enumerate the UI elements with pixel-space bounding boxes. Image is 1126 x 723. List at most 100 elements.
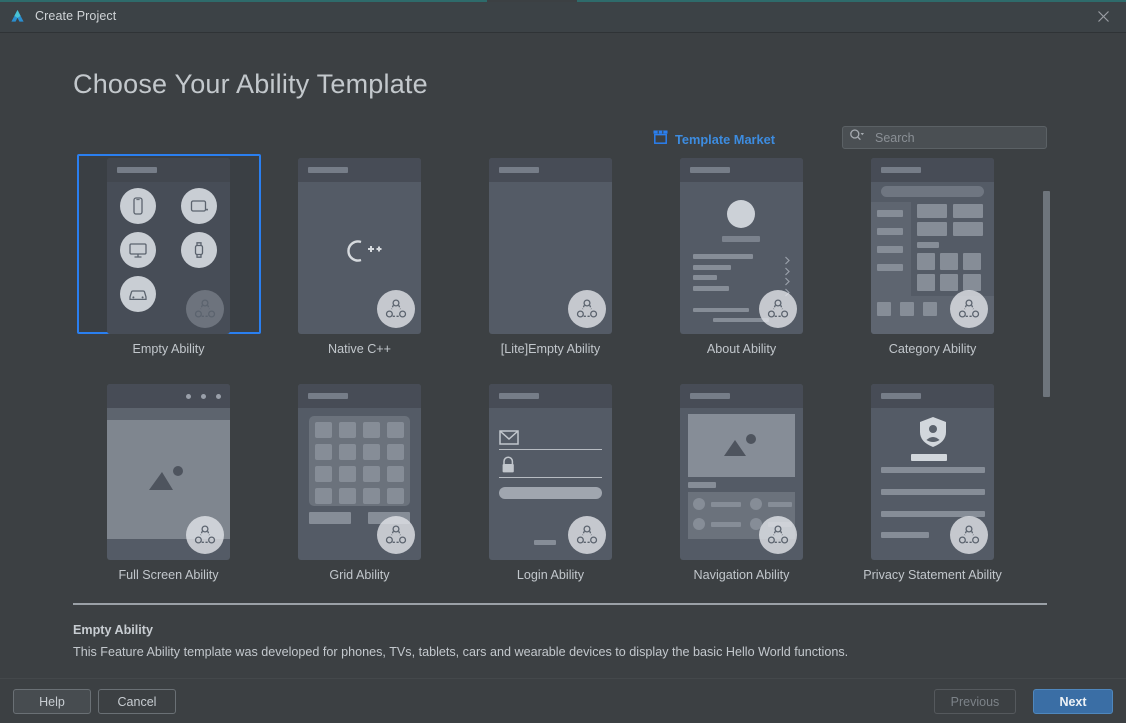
tile-placeholder <box>963 274 981 291</box>
grid-tile <box>339 444 356 460</box>
mock-header <box>489 158 612 182</box>
grid-tile <box>387 466 404 482</box>
grid-tile <box>363 422 380 438</box>
template-card-navigation-ability[interactable]: Navigation Ability <box>646 380 837 588</box>
car-icon <box>119 276 156 312</box>
template-grid-scrollbar-thumb[interactable] <box>1043 191 1050 397</box>
template-card-native-c[interactable]: Native C++ <box>264 154 455 380</box>
sidebar-item-placeholder <box>877 246 903 253</box>
mock-header <box>871 384 994 408</box>
email-underline <box>499 449 602 450</box>
template-grid: Empty Ability Native C++ [Lite]Empty Abi… <box>73 154 1043 588</box>
grid-tile <box>387 488 404 504</box>
template-preview-mock <box>680 158 803 334</box>
lock-icon <box>500 456 517 479</box>
cancel-button[interactable]: Cancel <box>98 689 176 714</box>
tablet-icon <box>181 188 218 224</box>
help-button[interactable]: Help <box>13 689 91 714</box>
tile-placeholder <box>917 274 935 291</box>
template-card-about-ability[interactable]: About Ability <box>646 154 837 380</box>
template-preview-mock <box>489 384 612 560</box>
list-row-placeholder <box>693 264 731 270</box>
grid-tile <box>339 466 356 482</box>
harmony-logo-icon <box>9 8 26 25</box>
template-card-login-ability[interactable]: Login Ability <box>455 380 646 588</box>
template-card-label: About Ability <box>706 342 777 356</box>
template-card-category-ability[interactable]: Category Ability <box>837 154 1028 380</box>
template-market-link[interactable]: Template Market <box>653 130 775 149</box>
template-preview-frame <box>650 380 834 560</box>
search-dropdown-icon[interactable] <box>849 128 866 147</box>
template-preview-mock <box>107 384 230 560</box>
mock-subheader <box>107 408 230 420</box>
grid-tile <box>339 422 356 438</box>
footer-line <box>713 318 769 322</box>
link-placeholder <box>534 540 556 545</box>
mock-header <box>489 384 612 408</box>
search-input[interactable] <box>868 130 1046 145</box>
dialog-body: Choose Your Ability Template Template Ma… <box>0 33 1126 678</box>
email-icon <box>499 430 519 450</box>
feature-ability-badge-icon <box>186 516 224 554</box>
name-placeholder <box>722 236 760 242</box>
feature-ability-badge-icon <box>377 290 415 328</box>
template-card-privacy-statement-ability[interactable]: Privacy Statement Ability <box>837 380 1028 588</box>
template-card-full-screen-ability[interactable]: Full Screen Ability <box>73 380 264 588</box>
search-box[interactable] <box>842 126 1047 149</box>
feature-ability-badge-icon <box>950 516 988 554</box>
cpp-logo-icon <box>298 236 421 271</box>
feature-ability-badge-icon <box>759 516 797 554</box>
privacy-shield-icon <box>918 416 948 453</box>
grid-tile <box>315 444 332 460</box>
card-placeholder <box>917 222 947 236</box>
section-title-placeholder <box>917 242 939 248</box>
window-titlebar: Create Project <box>0 0 1126 33</box>
titlebar-placeholder <box>690 167 730 173</box>
feature-ability-badge-icon <box>186 290 224 328</box>
previous-button: Previous <box>934 689 1016 714</box>
card-placeholder <box>953 204 983 218</box>
tile-placeholder <box>940 274 958 291</box>
tab-icon-placeholder <box>877 302 891 316</box>
mock-header <box>680 384 803 408</box>
template-preview-frame <box>841 154 1025 334</box>
tile-placeholder <box>917 253 935 270</box>
titlebar-placeholder <box>881 167 921 173</box>
template-card-grid-ability[interactable]: Grid Ability <box>264 380 455 588</box>
titlebar-placeholder <box>308 393 348 399</box>
template-preview-frame <box>268 380 452 560</box>
template-card-label: Full Screen Ability <box>118 568 219 582</box>
list-row-placeholder <box>693 254 753 259</box>
next-button[interactable]: Next <box>1033 689 1113 714</box>
grid-tile <box>315 466 332 482</box>
page-title: Choose Your Ability Template <box>73 69 428 99</box>
template-grid-scrollbar-track[interactable] <box>1043 191 1050 587</box>
feature-ability-badge-icon <box>950 290 988 328</box>
description-text: This Feature Ability template was develo… <box>73 645 849 659</box>
list-text-placeholder <box>711 502 741 507</box>
template-card-label: Grid Ability <box>329 568 390 582</box>
grid-tile <box>363 466 380 482</box>
watch-icon <box>181 232 218 268</box>
template-card-label: Login Ability <box>516 568 585 582</box>
close-icon[interactable] <box>1080 0 1126 33</box>
feature-ability-badge-icon <box>377 516 415 554</box>
titlebar-placeholder <box>117 167 157 173</box>
dialog-footer: Help Cancel Previous Next <box>0 678 1126 723</box>
list-avatar-placeholder <box>750 498 762 510</box>
template-card-label: Privacy Statement Ability <box>863 568 1002 582</box>
section-title-placeholder <box>688 482 716 488</box>
sidebar-item-placeholder <box>877 210 903 217</box>
template-card-lite-empty-ability[interactable]: [Lite]Empty Ability <box>455 154 646 380</box>
sidebar-item-placeholder <box>877 264 903 271</box>
list-row-placeholder <box>693 275 717 280</box>
template-card-empty-ability[interactable]: Empty Ability <box>73 154 264 380</box>
feature-ability-badge-icon <box>568 290 606 328</box>
paragraph-placeholder <box>881 467 985 473</box>
grid-tile <box>387 422 404 438</box>
description-title: Empty Ability <box>73 623 154 637</box>
template-preview-frame <box>459 380 643 560</box>
tile-placeholder <box>940 253 958 270</box>
titlebar-placeholder <box>499 393 539 399</box>
template-card-label: [Lite]Empty Ability <box>500 342 601 356</box>
